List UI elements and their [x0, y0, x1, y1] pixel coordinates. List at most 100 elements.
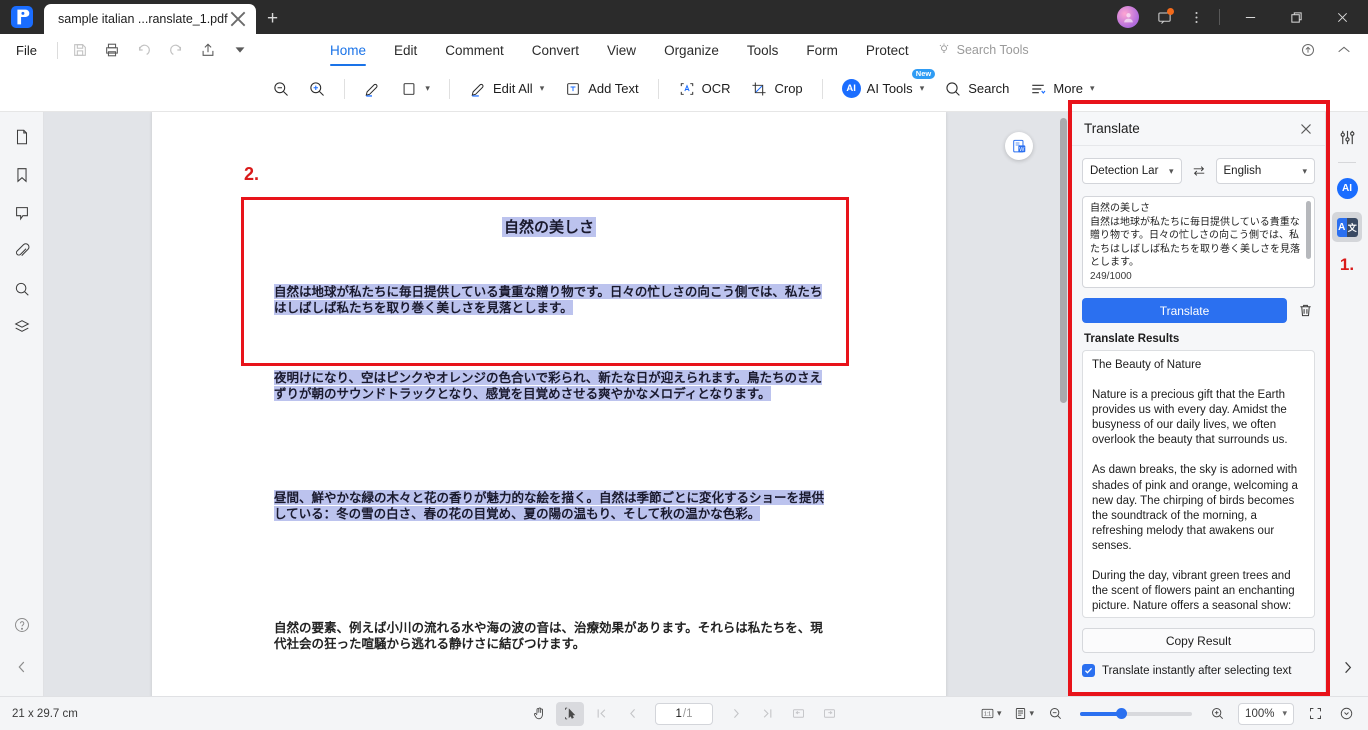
paragraph-1-text: 自然は地球が私たちに毎日提供している貴重な贈り物です。日々の忙しさの向こう側では… [274, 284, 823, 315]
edit-all-button[interactable]: Edit All ▾ [460, 73, 553, 105]
document-heading: 自然の美しさ [152, 216, 946, 237]
ribbon-tab-convert[interactable]: Convert [518, 34, 593, 66]
ribbon-tab-form[interactable]: Form [792, 34, 852, 66]
ai-tools-label: AI Tools [866, 81, 913, 96]
window-controls-group [1109, 0, 1368, 34]
tab-close-icon[interactable] [228, 9, 248, 29]
select-tool-icon[interactable] [556, 701, 584, 726]
language-selector-row: Detection Lar ▾ English ▾ [1072, 146, 1325, 184]
more-options-icon[interactable] [1181, 0, 1211, 34]
new-tab-button[interactable]: + [256, 4, 290, 34]
source-text-input[interactable]: 自然の美しさ 自然は地球が私たちに毎日提供している貴重な贈り物です。日々の忙しさ… [1082, 196, 1315, 288]
translate-panel-header: Translate [1072, 112, 1325, 146]
paragraph-4-text: 自然の要素、例えば小川の流れる水や海の波の音は、治療効果があります。それらは私た… [274, 620, 823, 651]
page-layout-button[interactable]: ▾ [1009, 702, 1039, 726]
previous-view-icon[interactable] [784, 702, 812, 726]
last-page-icon[interactable] [753, 702, 781, 726]
document-tab[interactable]: sample italian ...ranslate_1.pdf [44, 4, 256, 34]
thumbnails-icon[interactable] [7, 122, 37, 152]
maximize-restore-button[interactable] [1274, 0, 1318, 34]
ribbon-tab-tools[interactable]: Tools [733, 34, 793, 66]
notification-badge [1167, 8, 1174, 15]
page-number-input[interactable]: 1 /1 [655, 702, 713, 725]
hand-tool-icon[interactable] [525, 702, 553, 726]
more-button[interactable]: More ▾ [1020, 73, 1103, 105]
bookmark-icon[interactable] [7, 160, 37, 190]
target-language-select[interactable]: English ▾ [1215, 158, 1315, 184]
help-icon[interactable] [7, 610, 37, 640]
ai-sidebar-icon[interactable]: AI [1332, 173, 1362, 203]
translate-button[interactable]: Translate [1082, 298, 1287, 323]
paragraph-2-text: 夜明けになり、空はピンクやオレンジの色合いで彩られ、新たな日が迎えられます。鳥た… [274, 370, 823, 401]
chevron-down-circle-icon[interactable] [1332, 702, 1360, 726]
actual-size-button[interactable]: 1:1 ▾ [976, 702, 1006, 726]
checkbox-checked-icon[interactable] [1082, 664, 1095, 677]
ribbon-tab-home[interactable]: Home [316, 34, 380, 66]
fullscreen-icon[interactable] [1301, 702, 1329, 726]
avatar[interactable] [1117, 6, 1139, 28]
next-page-icon[interactable] [722, 702, 750, 726]
comment-icon[interactable] [7, 198, 37, 228]
ribbon-tab-organize[interactable]: Organize [650, 34, 733, 66]
zoom-slider-knob[interactable] [1116, 708, 1128, 719]
zoom-out-button[interactable] [264, 73, 298, 105]
source-scrollbar[interactable] [1306, 201, 1311, 259]
document-viewport[interactable]: 自然の美しさ 自然は地球が私たちに毎日提供している貴重な贈り物です。日々の忙しさ… [44, 112, 1071, 696]
zoom-slider[interactable] [1080, 708, 1193, 719]
sliders-icon[interactable] [1332, 122, 1362, 152]
expand-sidebar-icon[interactable] [1332, 652, 1362, 682]
crop-button[interactable]: Crop [741, 73, 811, 105]
shape-tool-button[interactable]: ▾ [391, 73, 439, 105]
collapse-sidebar-icon[interactable] [7, 652, 37, 682]
instant-translate-option[interactable]: Translate instantly after selecting text [1072, 653, 1325, 677]
search-button[interactable]: Search [935, 73, 1018, 105]
next-view-icon[interactable] [815, 702, 843, 726]
convert-to-word-icon[interactable]: W [1005, 132, 1033, 160]
source-language-select[interactable]: Detection Lar ▾ [1082, 158, 1182, 184]
minimize-button[interactable] [1228, 0, 1272, 34]
print-icon[interactable] [96, 36, 128, 64]
attachment-icon[interactable] [7, 236, 37, 266]
search-tools-button[interactable]: Search Tools [937, 42, 1029, 59]
zoom-level-select[interactable]: 100% ▾ [1238, 702, 1294, 725]
add-text-button[interactable]: Add Text [555, 73, 647, 105]
prev-page-icon[interactable] [618, 702, 646, 726]
chevron-down-icon: ▾ [1302, 165, 1307, 176]
highlight-button[interactable] [355, 73, 389, 105]
swap-languages-icon[interactable] [1188, 164, 1210, 178]
collapse-ribbon-icon[interactable] [1328, 36, 1360, 64]
undo-icon[interactable] [128, 36, 160, 64]
file-menu-button[interactable]: File [0, 43, 51, 58]
document-paragraph-3: 昼間、鮮やかな緑の木々と花の香りが魅力的な絵を描く。自然は季節ごとに変化するショ… [274, 490, 834, 522]
right-sidebar-bottom [1332, 652, 1362, 696]
share-icon[interactable] [192, 36, 224, 64]
ocr-button[interactable]: OCR [669, 73, 740, 105]
translate-sidebar-icon[interactable]: A 文 [1332, 212, 1362, 242]
redo-icon[interactable] [160, 36, 192, 64]
ribbon-tab-protect[interactable]: Protect [852, 34, 923, 66]
close-icon[interactable] [1295, 118, 1317, 140]
trash-icon[interactable] [1295, 303, 1315, 318]
close-window-button[interactable] [1320, 0, 1364, 34]
zoom-in-icon[interactable] [1203, 702, 1231, 726]
chevron-down-icon: ▾ [1090, 83, 1095, 93]
upload-cloud-icon[interactable] [1292, 36, 1324, 64]
svg-text:1:1: 1:1 [984, 711, 991, 717]
zoom-out-icon[interactable] [1041, 702, 1069, 726]
zoom-in-button[interactable] [300, 73, 334, 105]
save-icon[interactable] [64, 36, 96, 64]
copy-result-button[interactable]: Copy Result [1082, 628, 1315, 653]
search-icon[interactable] [7, 274, 37, 304]
ribbon-tab-view[interactable]: View [593, 34, 650, 66]
layers-icon[interactable] [7, 312, 37, 342]
instant-translate-label: Translate instantly after selecting text [1102, 664, 1292, 677]
vertical-scrollbar[interactable] [1060, 118, 1067, 403]
notifications-icon[interactable] [1149, 0, 1179, 34]
quick-access-dropdown-icon[interactable] [224, 36, 256, 64]
translate-results-box[interactable]: The Beauty of Nature Nature is a preciou… [1082, 350, 1315, 618]
ribbon-tab-edit[interactable]: Edit [380, 34, 431, 66]
target-language-value: English [1223, 165, 1262, 177]
ribbon-tab-comment[interactable]: Comment [431, 34, 518, 66]
ai-tools-button[interactable]: AI AI Tools ▾ New [833, 68, 936, 105]
first-page-icon[interactable] [587, 702, 615, 726]
